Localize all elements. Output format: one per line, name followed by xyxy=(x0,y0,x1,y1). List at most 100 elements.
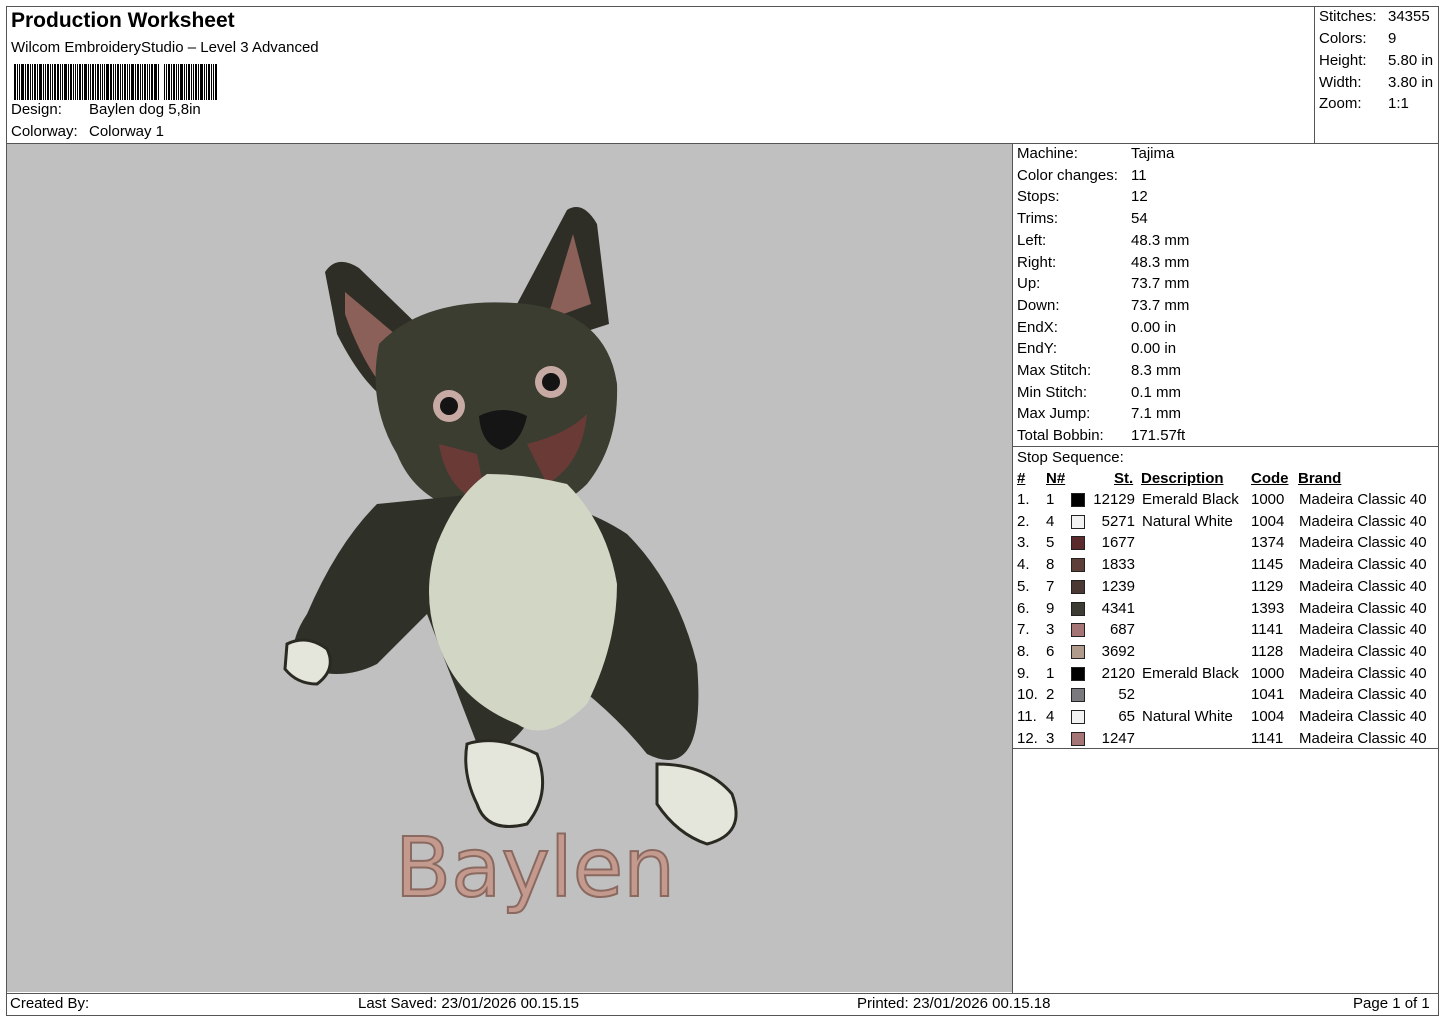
thread-code: 1141 xyxy=(1251,729,1284,747)
stitch-count: 1247 xyxy=(1101,729,1135,747)
property-label: Right: xyxy=(1017,253,1057,271)
barcode-bar xyxy=(14,64,16,100)
thread-brand: Madeira Classic 40 xyxy=(1299,621,1427,639)
width-value: 3.80 in xyxy=(1388,74,1434,91)
summary-panel: Stitches: 34355 Colors: 9 Height: 5.80 in W… xyxy=(1314,6,1440,143)
barcode-bar xyxy=(92,64,94,100)
table-row: 10. 2 52 1041 Madeira Classic 40 xyxy=(1013,686,1439,707)
needle-number: 3 xyxy=(1046,621,1055,639)
property-label: Down: xyxy=(1017,296,1060,314)
page-title: Production Worksheet xyxy=(11,9,235,32)
stitch-count: 1677 xyxy=(1101,534,1135,552)
barcode-bar xyxy=(129,64,130,100)
thread-code: 1128 xyxy=(1251,642,1284,660)
thread-brand: Madeira Classic 40 xyxy=(1299,512,1427,530)
thread-code: 1145 xyxy=(1251,556,1284,574)
divider xyxy=(1013,748,1439,749)
embroidery-artwork: Baylen xyxy=(283,207,738,917)
stitches-row: Stitches: 34355 xyxy=(1319,8,1430,25)
zoom-row: Zoom: 1:1 xyxy=(1319,95,1409,112)
row-index: 12. xyxy=(1017,729,1038,747)
property-label: Machine: xyxy=(1017,145,1078,162)
width-label: Width: xyxy=(1319,74,1362,91)
table-row: 4. 8 1833 1145 Madeira Classic 40 xyxy=(1013,556,1439,577)
barcode-bar xyxy=(39,64,42,100)
barcode-bar xyxy=(73,64,74,100)
property-row: Trims: 54 xyxy=(1017,210,1148,227)
barcode-bar xyxy=(43,64,44,100)
property-label: Stops: xyxy=(1017,188,1060,206)
zoom-value: 1:1 xyxy=(1388,95,1409,112)
property-value: 7.1 mm xyxy=(1131,405,1182,423)
barcode-bar xyxy=(25,64,26,100)
barcode-bar xyxy=(204,64,205,100)
barcode-bar xyxy=(110,64,112,100)
barcode-bar xyxy=(27,64,29,100)
embroidered-name: Baylen xyxy=(395,821,675,916)
property-label: Total Bobbin: xyxy=(1017,427,1104,445)
stitches-label: Stitches: xyxy=(1319,8,1377,25)
row-index: 8. xyxy=(1017,642,1030,660)
row-index: 6. xyxy=(1017,599,1030,617)
property-label: Min Stitch: xyxy=(1017,383,1088,401)
property-value: 0.1 mm xyxy=(1131,383,1182,401)
thread-code: 1004 xyxy=(1251,512,1285,530)
barcode-bar xyxy=(149,64,150,100)
thread-brand: Madeira Classic 40 xyxy=(1299,577,1427,595)
barcode-bar xyxy=(64,64,67,100)
barcode-bar xyxy=(184,64,185,100)
property-label: Max Jump: xyxy=(1017,405,1091,423)
barcode-bar xyxy=(37,64,38,100)
barcode-bar xyxy=(131,64,134,100)
barcode-bar xyxy=(68,64,69,100)
color-swatch xyxy=(1071,644,1085,659)
barcode-bar xyxy=(168,64,170,100)
property-row: Max Jump: 7.1 mm xyxy=(1017,405,1181,422)
page-number: Page 1 of 1 xyxy=(1353,995,1430,1012)
property-label: Max Stitch: xyxy=(1017,362,1092,379)
barcode-bar xyxy=(198,64,199,100)
color-swatch xyxy=(1071,666,1085,681)
thread-code: 1000 xyxy=(1251,664,1285,682)
barcode-bar xyxy=(32,64,33,100)
property-label: Up: xyxy=(1017,275,1041,293)
thread-brand: Madeira Classic 40 xyxy=(1299,599,1427,617)
table-row: 7. 3 687 1141 Madeira Classic 40 xyxy=(1013,621,1439,642)
barcode-bar xyxy=(195,64,197,100)
thread-brand: Madeira Classic 40 xyxy=(1299,534,1427,552)
color-swatch xyxy=(1071,710,1085,724)
property-value: 73.7 mm xyxy=(1131,296,1190,314)
row-index: 5. xyxy=(1017,577,1030,595)
right-pupil xyxy=(542,373,560,391)
thread-brand: Madeira Classic 40 xyxy=(1299,686,1427,704)
table-row: 9. 1 2120 Emerald Black 1000 Madeira Classic … xyxy=(1013,665,1439,686)
barcode-bar xyxy=(215,64,217,100)
created-by: Created By: xyxy=(10,995,90,1012)
design-label: Design: xyxy=(11,101,62,118)
barcode-bar xyxy=(144,64,146,100)
barcode-bar xyxy=(95,64,96,100)
stitches-value: 34355 xyxy=(1388,8,1430,25)
thread-code: 1041 xyxy=(1251,686,1285,704)
needle-number: 3 xyxy=(1046,729,1055,747)
property-row: EndY: 0.00 in xyxy=(1017,340,1176,357)
barcode-bar xyxy=(147,64,148,100)
barcode-bar xyxy=(166,64,167,100)
barcode-bar xyxy=(97,64,99,100)
barcode-bar xyxy=(115,64,116,100)
col-header-code: Code xyxy=(1251,470,1289,487)
zoom-label: Zoom: xyxy=(1319,95,1362,112)
color-swatch xyxy=(1071,688,1085,703)
barcode-bar xyxy=(142,64,143,100)
barcode-bar xyxy=(57,64,59,100)
barcode-bar xyxy=(17,64,18,100)
row-index: 9. xyxy=(1017,664,1030,682)
property-label: Trims: xyxy=(1017,210,1059,228)
barcode-bar xyxy=(70,64,72,100)
col-header-description: Description xyxy=(1141,470,1224,487)
property-row: Color changes: 11 xyxy=(1017,167,1147,184)
barcode-bar xyxy=(90,64,91,100)
row-index: 4. xyxy=(1017,556,1030,574)
barcode-bar xyxy=(102,64,103,100)
barcode-bar xyxy=(79,64,81,100)
